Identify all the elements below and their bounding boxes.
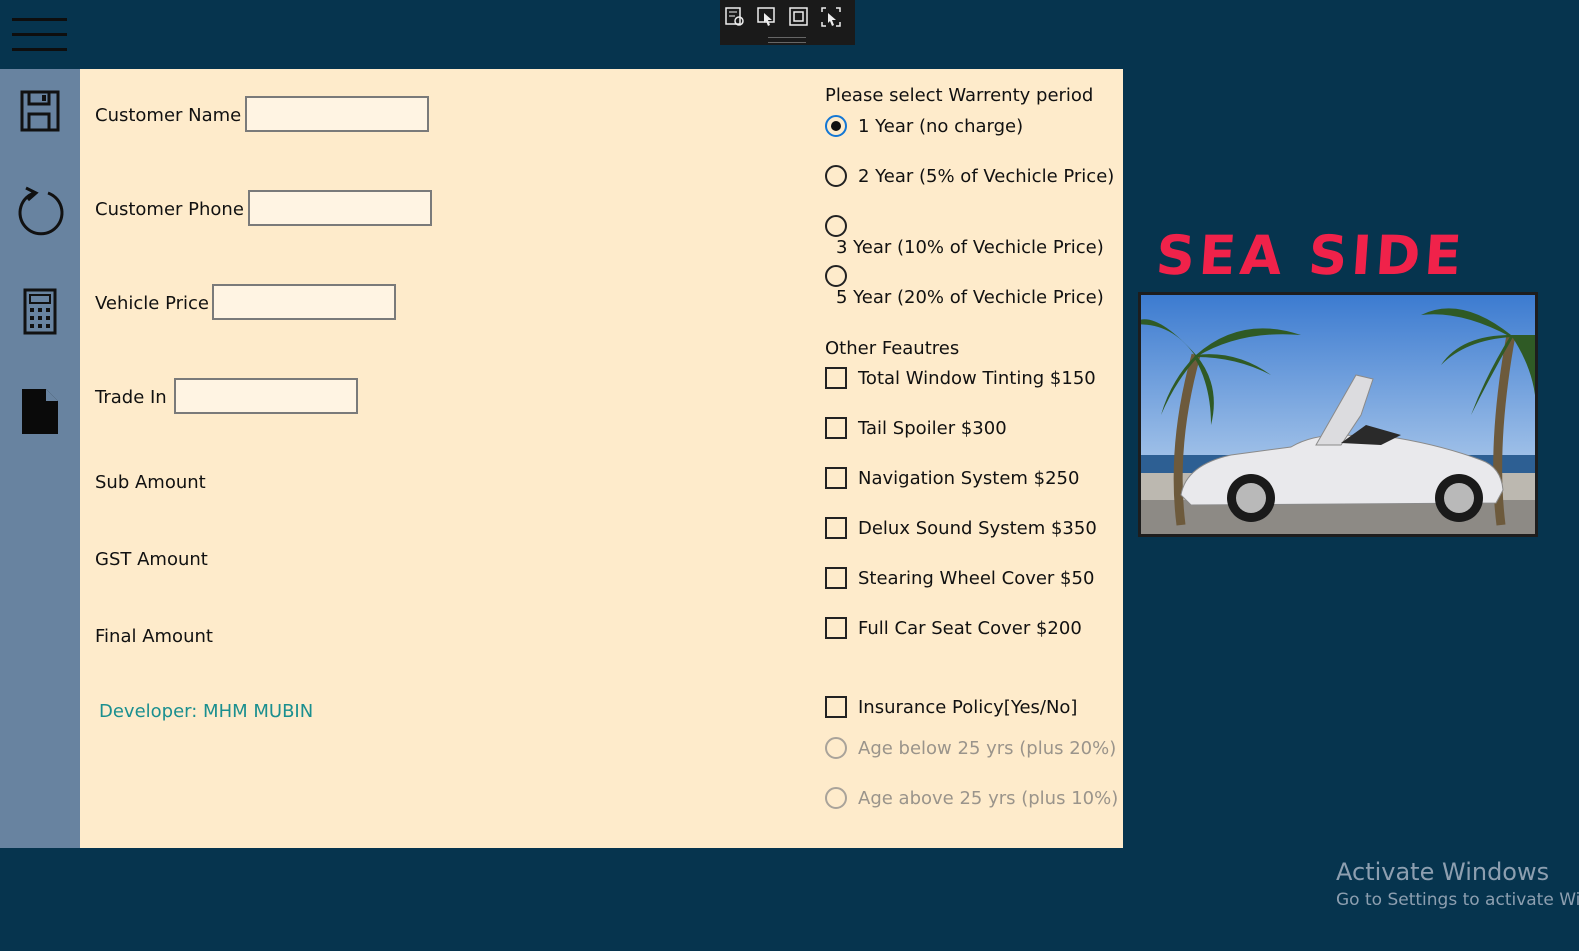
save-icon[interactable]: [14, 86, 66, 138]
live-visual-tree-icon[interactable]: [724, 6, 746, 28]
select-element-icon[interactable]: [756, 6, 778, 28]
feature-label: Full Car Seat Cover $200: [858, 617, 1082, 639]
customer-phone-input[interactable]: [248, 190, 432, 226]
debug-toolbar: [720, 0, 855, 45]
checkbox[interactable]: [825, 696, 847, 718]
checkbox[interactable]: [825, 567, 847, 589]
warranty-title: Please select Warrenty period: [825, 85, 1094, 106]
feature-label: Tail Spoiler $300: [858, 417, 1007, 439]
feature-navigation-system[interactable]: Navigation System $250: [825, 467, 1079, 493]
insurance-label: Insurance Policy[Yes/No]: [858, 696, 1078, 718]
main-panel: Customer Name Customer Phone Vehicle Pri…: [80, 69, 1123, 848]
checkbox[interactable]: [825, 367, 847, 389]
checkbox[interactable]: [825, 517, 847, 539]
radio-button[interactable]: [825, 265, 847, 287]
sub-amount-label: Sub Amount: [95, 472, 206, 493]
radio-button-disabled[interactable]: [825, 737, 847, 759]
watermark-subtitle: Go to Settings to activate Windows.: [1336, 890, 1579, 910]
vehicle-price-label: Vehicle Price: [95, 293, 210, 314]
warranty-option-2[interactable]: 2 Year (5% of Vechicle Price): [825, 165, 1114, 191]
feature-label: Total Window Tinting $150: [858, 367, 1096, 389]
watermark-title: Activate Windows: [1336, 858, 1550, 886]
display-layout-adorners-icon[interactable]: [788, 6, 810, 28]
track-focus-icon[interactable]: [820, 6, 842, 28]
refresh-icon[interactable]: [14, 184, 66, 236]
insurance-option-label: Age below 25 yrs (plus 20%): [858, 737, 1117, 759]
warranty-option-label: 3 Year (10% of Vechicle Price): [836, 237, 1104, 258]
feature-label: Stearing Wheel Cover $50: [858, 567, 1095, 589]
customer-phone-label: Customer Phone: [95, 199, 244, 220]
warranty-option-5[interactable]: 5 Year (20% of Vechicle Price): [825, 265, 1123, 308]
insurance-option-label: Age above 25 yrs (plus 10%): [858, 787, 1119, 809]
trade-in-input[interactable]: [174, 378, 358, 414]
calculator-icon[interactable]: [14, 286, 66, 338]
checkbox[interactable]: [825, 617, 847, 639]
insurance-age-above-25[interactable]: Age above 25 yrs (plus 10%): [825, 787, 1118, 813]
features-title: Other Feautres: [825, 338, 960, 359]
warranty-option-label: 1 Year (no charge): [858, 115, 1024, 137]
document-icon[interactable]: [14, 386, 66, 438]
insurance-policy-checkbox[interactable]: Insurance Policy[Yes/No]: [825, 696, 1077, 722]
feature-label: Navigation System $250: [858, 467, 1080, 489]
checkbox[interactable]: [825, 467, 847, 489]
radio-button-disabled[interactable]: [825, 787, 847, 809]
customer-name-label: Customer Name: [95, 105, 242, 126]
toolbar-grip[interactable]: [768, 37, 806, 43]
radio-button-selected[interactable]: [825, 115, 847, 137]
menu-icon[interactable]: [0, 0, 80, 69]
gst-amount-label: GST Amount: [95, 549, 208, 570]
warranty-option-3[interactable]: 3 Year (10% of Vechicle Price): [825, 215, 1123, 258]
radio-button[interactable]: [825, 165, 847, 187]
sidebar: [0, 0, 80, 848]
warranty-option-label: 2 Year (5% of Vechicle Price): [858, 165, 1115, 187]
activate-windows-watermark: Activate Windows Go to Settings to activ…: [1336, 858, 1579, 910]
checkbox[interactable]: [825, 417, 847, 439]
radio-button[interactable]: [825, 215, 847, 237]
insurance-age-below-25[interactable]: Age below 25 yrs (plus 20%): [825, 737, 1116, 763]
vehicle-price-input[interactable]: [212, 284, 396, 320]
feature-steering-wheel-cover[interactable]: Stearing Wheel Cover $50: [825, 567, 1094, 593]
feature-window-tinting[interactable]: Total Window Tinting $150: [825, 367, 1096, 393]
feature-label: Delux Sound System $350: [858, 517, 1097, 539]
developer-credit: Developer: MHM MUBIN: [99, 701, 314, 722]
final-amount-label: Final Amount: [95, 626, 213, 647]
car-image: [1138, 292, 1538, 537]
trade-in-label: Trade In: [95, 387, 167, 408]
warranty-option-label: 5 Year (20% of Vechicle Price): [836, 287, 1104, 308]
customer-name-input[interactable]: [245, 96, 429, 132]
feature-tail-spoiler[interactable]: Tail Spoiler $300: [825, 417, 1007, 443]
feature-sound-system[interactable]: Delux Sound System $350: [825, 517, 1097, 543]
feature-seat-cover[interactable]: Full Car Seat Cover $200: [825, 617, 1082, 643]
warranty-option-1[interactable]: 1 Year (no charge): [825, 115, 1023, 141]
